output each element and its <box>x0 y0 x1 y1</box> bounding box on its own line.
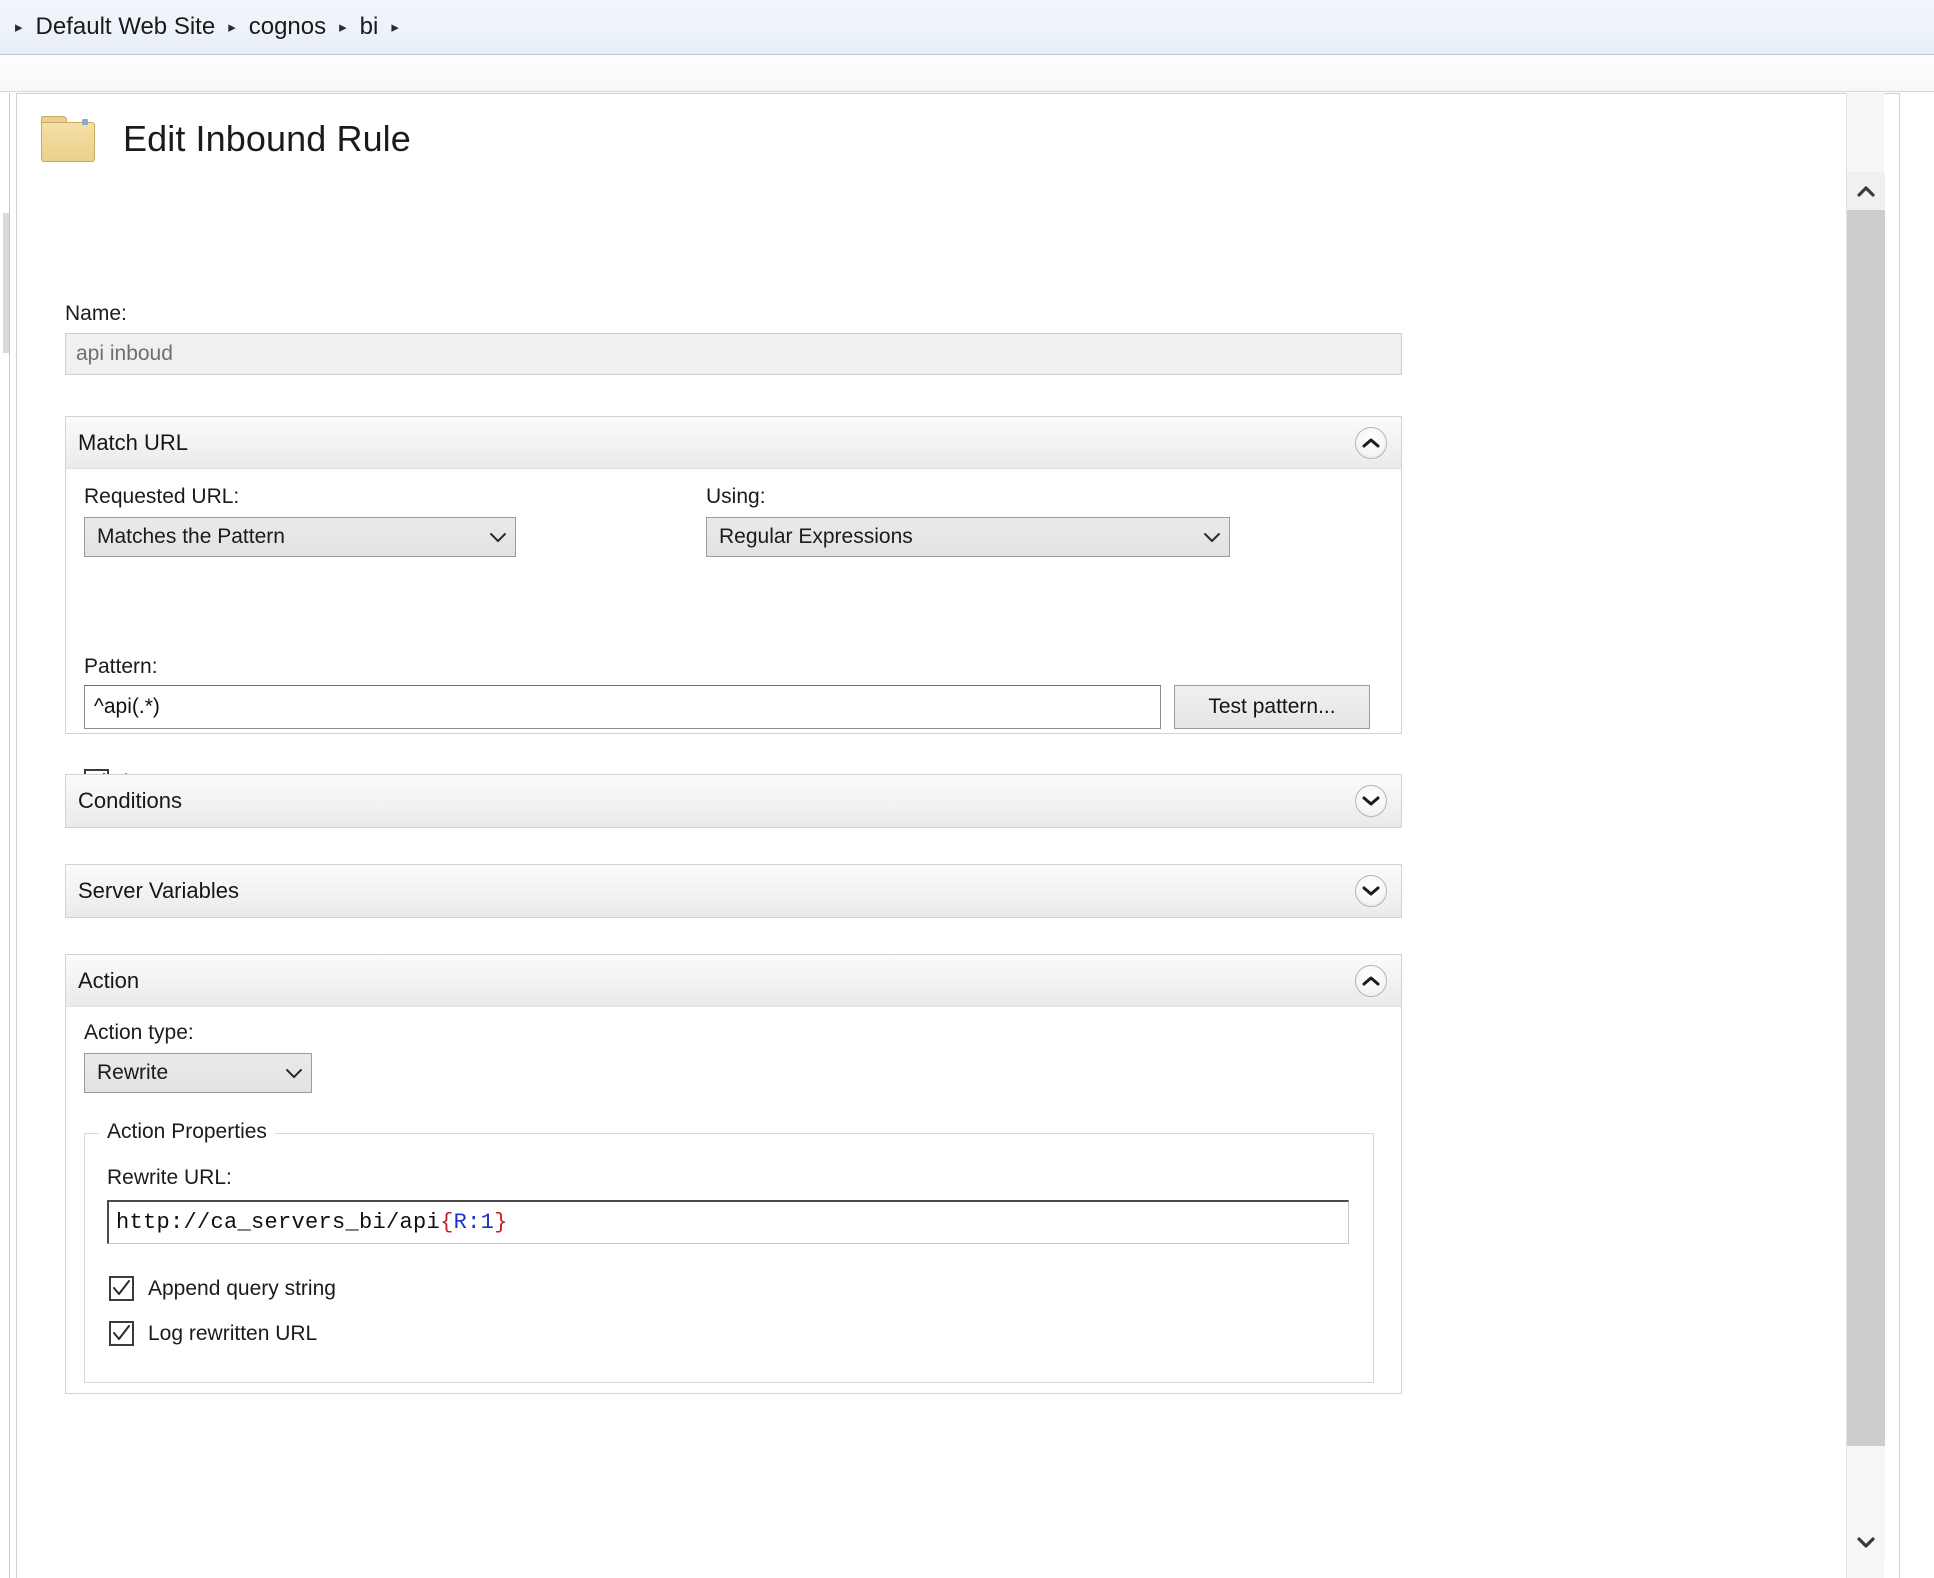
action-type-select[interactable]: Rewrite <box>84 1053 312 1093</box>
pattern-input[interactable]: ^api(.*) <box>84 685 1161 729</box>
scroll-up-button[interactable] <box>1847 172 1885 210</box>
triangle-right-icon: ▸ <box>339 18 347 36</box>
folder-icon <box>41 116 95 162</box>
action-properties-legend: Action Properties <box>99 1120 275 1144</box>
using-label: Using: <box>706 485 766 508</box>
vertical-scrollbar[interactable] <box>1846 93 1885 1578</box>
chevron-down-icon <box>1195 532 1229 543</box>
using-value: Regular Expressions <box>719 525 913 548</box>
scrollbar-track[interactable] <box>1847 1446 1885 1523</box>
chevron-down-icon[interactable] <box>1355 785 1387 817</box>
chevron-down-icon <box>1857 1536 1875 1548</box>
using-select[interactable]: Regular Expressions <box>706 517 1230 557</box>
section-server-variables: Server Variables <box>65 864 1402 918</box>
edit-inbound-rule-pane: Edit Inbound Rule Name: api inboud Match… <box>16 93 1900 1578</box>
append-query-string-checkbox[interactable]: Append query string <box>109 1276 336 1301</box>
section-conditions-title: Conditions <box>78 788 182 813</box>
checkmark-icon <box>109 1276 134 1301</box>
breadcrumb-item-bi[interactable]: bi <box>360 13 379 41</box>
rewrite-url-label: Rewrite URL: <box>107 1166 232 1189</box>
checkmark-icon <box>109 1321 134 1346</box>
log-rewritten-url-label: Log rewritten URL <box>148 1321 318 1345</box>
chevron-down-icon[interactable] <box>1355 875 1387 907</box>
page-header: Edit Inbound Rule <box>41 116 411 162</box>
breadcrumb-item-default-web-site[interactable]: Default Web Site <box>36 13 216 41</box>
scrollbar-thumb[interactable] <box>1847 210 1885 1446</box>
left-panel-edge <box>0 93 10 1578</box>
rewrite-url-input[interactable]: http://ca_servers_bi/api{R:1} <box>107 1200 1349 1244</box>
rewrite-url-brace-close: } <box>494 1210 508 1235</box>
section-server-variables-header[interactable]: Server Variables <box>66 865 1401 917</box>
requested-url-label: Requested URL: <box>84 485 240 508</box>
action-type-value: Rewrite <box>97 1061 169 1084</box>
left-panel-scrollbar[interactable] <box>3 213 9 353</box>
pane-right-border <box>1899 93 1900 1578</box>
triangle-right-icon: ▸ <box>228 18 236 36</box>
section-action: Action Action type: Rewrite Action Prope… <box>65 954 1402 1394</box>
section-conditions-header[interactable]: Conditions <box>66 775 1401 827</box>
section-server-variables-title: Server Variables <box>78 878 239 903</box>
scroll-down-button[interactable] <box>1847 1523 1885 1561</box>
action-type-label: Action type: <box>84 1021 194 1044</box>
test-pattern-button[interactable]: Test pattern... <box>1174 685 1370 729</box>
section-conditions: Conditions <box>65 774 1402 828</box>
rewrite-url-variable: R:1 <box>453 1210 495 1235</box>
chevron-up-icon <box>1857 185 1875 197</box>
rewrite-url-value-plain: http://ca_servers_bi/api <box>116 1210 441 1235</box>
toolbar-band <box>0 56 1934 92</box>
chevron-down-icon <box>481 532 515 543</box>
section-action-title: Action <box>78 967 140 993</box>
log-rewritten-url-checkbox[interactable]: Log rewritten URL <box>109 1321 317 1346</box>
page-title: Edit Inbound Rule <box>123 118 411 159</box>
name-input[interactable]: api inboud <box>65 333 1402 375</box>
section-match-url: Match URL Requested URL: Matches the Pat… <box>65 416 1402 794</box>
section-action-header[interactable]: Action <box>66 955 1401 1007</box>
triangle-right-icon: ▸ <box>391 18 399 36</box>
name-label: Name: <box>65 302 127 325</box>
append-query-string-label: Append query string <box>148 1276 336 1300</box>
breadcrumb: ▸ Default Web Site ▸ cognos ▸ bi ▸ <box>0 0 1934 55</box>
pattern-label: Pattern: <box>84 655 158 678</box>
chevron-up-icon[interactable] <box>1355 964 1387 997</box>
triangle-right-icon: ▸ <box>15 18 23 36</box>
requested-url-select[interactable]: Matches the Pattern <box>84 517 516 557</box>
chevron-up-icon[interactable] <box>1355 426 1387 459</box>
section-match-url-title: Match URL <box>78 429 189 455</box>
chevron-down-icon <box>277 1068 311 1079</box>
requested-url-value: Matches the Pattern <box>97 525 285 548</box>
section-match-url-header[interactable]: Match URL <box>66 417 1401 469</box>
action-properties-group: Action Properties Rewrite URL: http://ca… <box>84 1120 1374 1383</box>
rewrite-url-brace-open: { <box>440 1210 454 1235</box>
breadcrumb-item-cognos[interactable]: cognos <box>249 13 326 41</box>
